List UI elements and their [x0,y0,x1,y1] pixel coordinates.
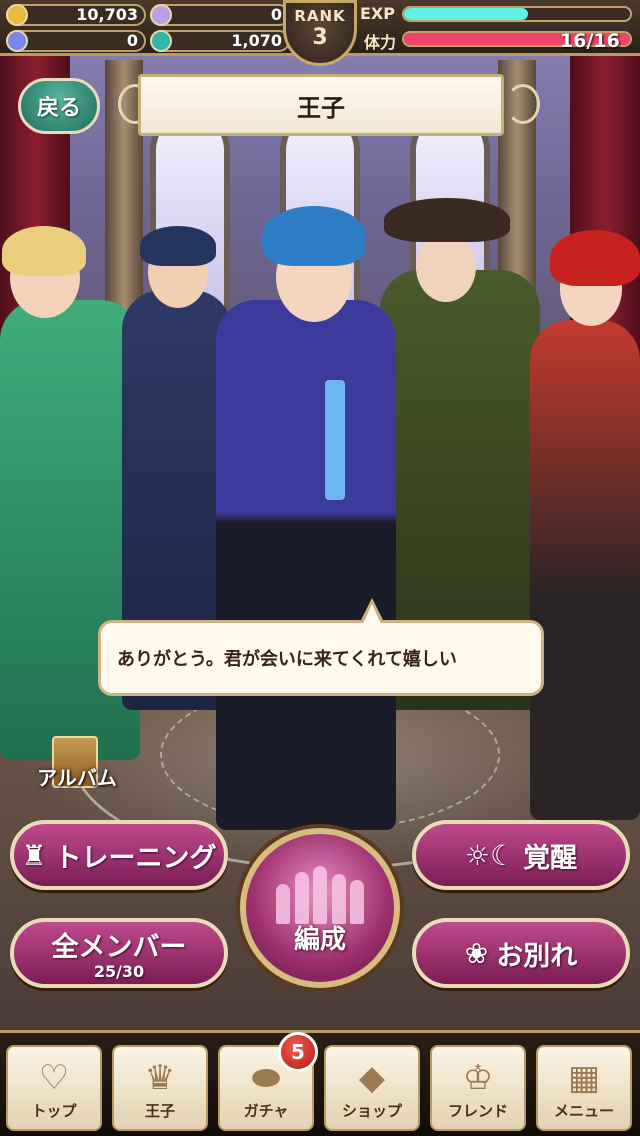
tiara-icon: ♔ [462,1058,494,1098]
back-button[interactable]: 戻る [18,78,100,134]
grid-icon: ▦ [567,1058,601,1098]
exp-bar [402,6,632,22]
formation-button[interactable]: 編成 [240,828,400,988]
teal-coin-icon [150,30,172,52]
nav-friend[interactable]: ♔ フレンド [430,1045,526,1131]
training-label: トレーニング [54,842,217,874]
rank-value: 3 [312,25,328,50]
nav-top[interactable]: ♡ トップ [6,1045,102,1131]
farewell-label: お別れ [496,940,578,972]
nav-shop[interactable]: ◆ ショップ [324,1045,420,1131]
rank-label: RANK [294,7,346,25]
flower-icon: ❀ [464,936,489,970]
awaken-label: 覚醒 [523,842,578,874]
nav-label: ショップ [341,1102,402,1120]
nav-label: フレンド [447,1102,508,1120]
status-bar: 10,703 0 0 1,070 RANK 3 EXP 体力 16/16 [0,0,640,66]
nav-label: 王子 [144,1102,175,1120]
feather-icon [150,4,172,26]
gold-coin-icon [6,4,28,26]
crystal-icon [6,30,28,52]
all-members-label: 全メンバー [51,932,187,963]
castle-icon: ♜ [21,838,47,872]
dialogue-text: ありがとう。君が会いに来てくれて嬉しい [117,649,457,670]
exp-label: EXP [360,4,395,23]
speech-bubble-tail-inner [363,604,381,624]
farewell-button[interactable]: ❀ お別れ [412,918,630,988]
album-label: アルバム [37,766,117,790]
album-button[interactable]: アルバム [22,736,132,806]
feather-counter: 0 [150,4,290,26]
feather-value: 0 [270,5,282,24]
awaken-button[interactable]: ☼☾ 覚醒 [412,820,630,890]
page-title: 王子 [138,74,504,136]
nav-label: メニュー [553,1102,614,1120]
stamina-value: 16/16 [560,30,620,52]
speech-bubble[interactable]: ありがとう。君が会いに来てくれて嬉しい [98,620,544,696]
egg-icon: ⬬ [251,1058,281,1098]
sun-moon-icon: ☼☾ [464,838,516,872]
stamina-label: 体力 [364,33,397,52]
nav-menu[interactable]: ▦ メニュー [536,1045,632,1131]
nav-prince[interactable]: ♛ 王子 [112,1045,208,1131]
training-button[interactable]: ♜ トレーニング [10,820,228,890]
nav-label: トップ [31,1102,77,1120]
crystal-counter: 0 [6,30,146,52]
heart-icon: ♡ [38,1058,70,1098]
exp-bar-fill [404,8,529,20]
bottom-navigation: ♡ トップ ♛ 王子 ⬬ ガチャ ◆ ショップ ♔ フレンド ▦ メニュー [0,1030,640,1136]
formation-label: 編成 [293,925,346,955]
crystal-value: 0 [126,31,138,50]
all-members-button[interactable]: 全メンバー 25/30 [10,918,228,988]
crown-icon: ♛ [144,1058,176,1098]
gem-icon: ◆ [358,1058,386,1098]
nav-label: ガチャ [243,1102,289,1120]
coin-value: 1,070 [231,31,282,50]
silhouettes-icon [276,864,364,924]
gold-value: 10,703 [76,5,138,24]
right-flourish-ornament [506,84,540,124]
gacha-notification-badge: 5 [278,1032,318,1072]
members-count: 25/30 [93,962,145,981]
coin-counter: 1,070 [150,30,290,52]
gold-counter: 10,703 [6,4,146,26]
